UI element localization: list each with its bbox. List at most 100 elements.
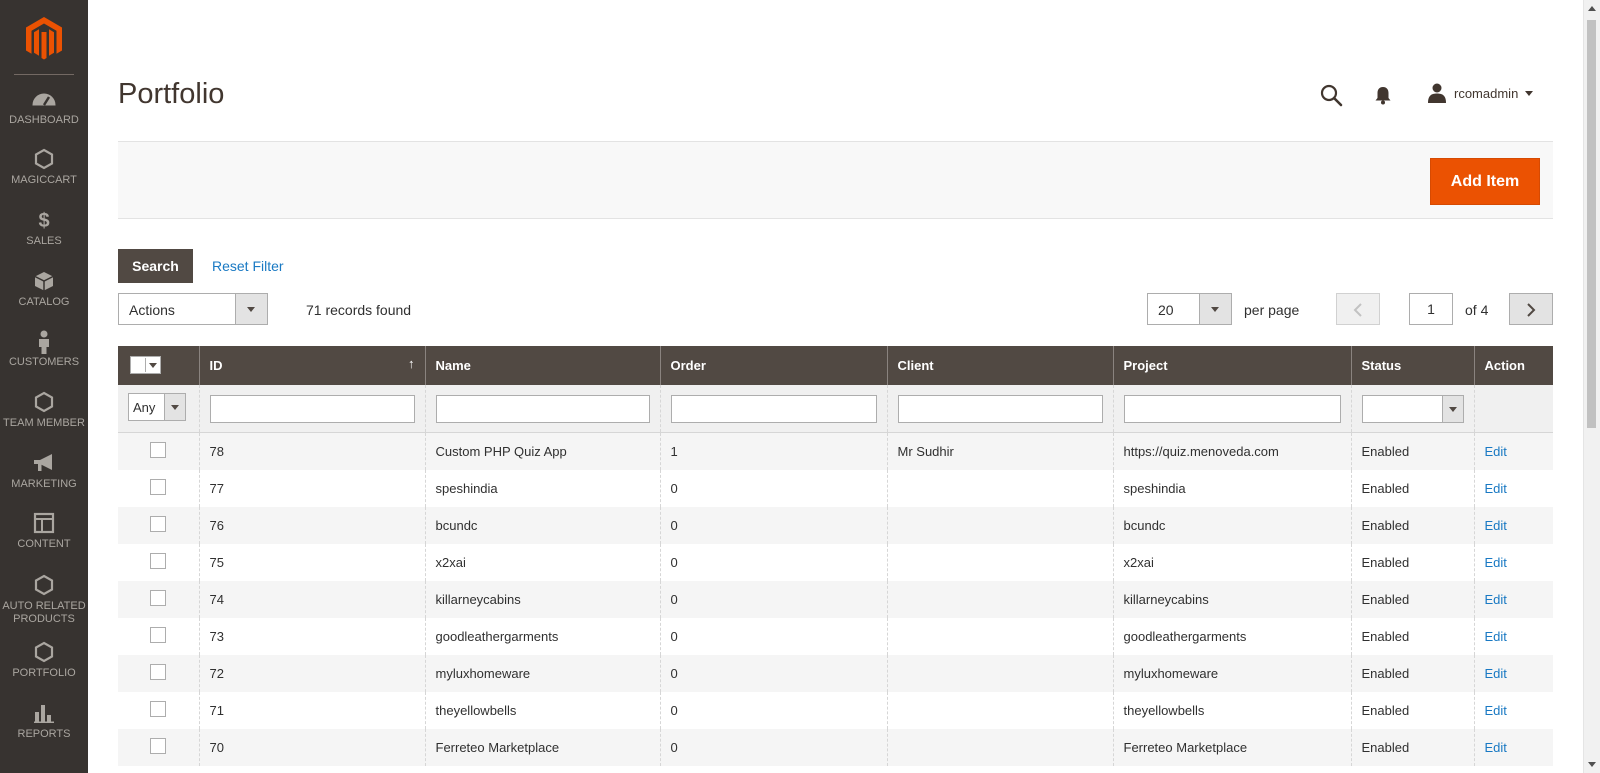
edit-link[interactable]: Edit xyxy=(1485,481,1507,496)
cell-status: Enabled xyxy=(1361,629,1410,644)
filter-any-select[interactable]: Any xyxy=(128,393,186,421)
cell-project: goodleathergarments xyxy=(1123,629,1247,644)
filter-id-input[interactable] xyxy=(209,394,415,423)
row-checkbox[interactable] xyxy=(150,627,166,643)
sidebar-item-auto-related-products[interactable]: AUTO RELATED PRODUCTS xyxy=(0,574,88,626)
user-menu[interactable]: rcomadmin xyxy=(1428,82,1534,104)
column-header-client[interactable]: Client xyxy=(886,346,1113,385)
portfolio-grid: ID ↑ Name Order Client Project Status Act… xyxy=(118,346,1553,766)
per-page-select[interactable]: 20 xyxy=(1147,293,1232,325)
table-row[interactable]: 70 Ferreteo Marketplace 0 Ferreteo Marketpl… xyxy=(118,729,1553,766)
table-row[interactable]: 75 x2xai 0 x2xai Enabled Edit xyxy=(118,544,1553,581)
row-checkbox[interactable] xyxy=(150,516,166,532)
sidebar-item-dashboard[interactable]: DASHBOARD xyxy=(0,88,88,127)
table-row[interactable]: 74 killarneycabins 0 killarneycabins Enabled… xyxy=(118,581,1553,618)
reset-filter-link[interactable]: Reset Filter xyxy=(212,258,284,274)
row-checkbox[interactable] xyxy=(150,479,166,495)
sidebar-item-team-member[interactable]: TEAM MEMBER xyxy=(0,391,88,430)
edit-link[interactable]: Edit xyxy=(1485,703,1507,718)
scroll-down-icon[interactable] xyxy=(1588,762,1596,767)
table-row[interactable]: 78 Custom PHP Quiz App 1 Mr Sudhir https://q… xyxy=(118,432,1553,470)
edit-link[interactable]: Edit xyxy=(1485,740,1507,755)
column-header-project[interactable]: Project xyxy=(1112,346,1351,385)
mass-select-dropdown[interactable] xyxy=(130,356,161,374)
sidebar-item-sales[interactable]: $ SALES xyxy=(0,209,88,248)
cell-project: bcundc xyxy=(1123,518,1166,533)
page-actions-bar xyxy=(118,141,1553,219)
row-checkbox[interactable] xyxy=(150,664,166,680)
edit-link[interactable]: Edit xyxy=(1485,555,1507,570)
actions-select[interactable]: Actions xyxy=(118,293,268,325)
row-checkbox[interactable] xyxy=(150,738,166,754)
cell-project: Ferreteo Marketplace xyxy=(1123,740,1248,755)
column-header-order[interactable]: Order xyxy=(659,346,887,385)
column-header-name[interactable]: Name xyxy=(424,346,660,385)
page-title: Portfolio xyxy=(118,78,225,110)
filter-project-input[interactable] xyxy=(1123,394,1341,423)
table-row[interactable]: 73 goodleathergarments 0 goodleathergarment… xyxy=(118,618,1553,655)
notifications-bell-icon[interactable] xyxy=(1372,84,1394,106)
page-total: of 4 xyxy=(1465,302,1489,318)
scroll-up-icon[interactable] xyxy=(1588,6,1596,11)
cell-name: Ferreteo Marketplace xyxy=(435,740,560,755)
sidebar-item-customers[interactable]: CUSTOMERS xyxy=(0,330,88,369)
row-checkbox[interactable] xyxy=(150,442,166,458)
edit-link[interactable]: Edit xyxy=(1485,629,1507,644)
admin-sidebar: DASHBOARD MAGICCART $ SALES CATALOG CUSTOMERS… xyxy=(0,0,88,773)
row-checkbox[interactable] xyxy=(150,553,166,569)
filter-order-input[interactable] xyxy=(670,394,877,423)
row-checkbox[interactable] xyxy=(150,590,166,606)
next-page-button[interactable] xyxy=(1509,293,1553,325)
edit-link[interactable]: Edit xyxy=(1485,592,1507,607)
table-row[interactable]: 77 speshindia 0 speshindia Enabled Edit xyxy=(118,470,1553,507)
sidebar-item-label: CONTENT xyxy=(17,538,71,550)
magento-logo-icon[interactable] xyxy=(24,16,64,62)
sidebar-item-content[interactable]: CONTENT xyxy=(0,512,88,551)
filter-name-input[interactable] xyxy=(435,394,650,423)
page-number-input[interactable]: 1 xyxy=(1409,293,1453,325)
sidebar-item-label: DASHBOARD xyxy=(9,114,79,126)
cell-name: theyellowbells xyxy=(435,703,517,718)
sidebar-item-label: PORTFOLIO xyxy=(12,667,76,679)
search-button[interactable]: Search xyxy=(118,249,193,283)
cell-order: 0 xyxy=(670,740,678,755)
scrollbar-thumb[interactable] xyxy=(1587,20,1596,428)
hexagon-icon xyxy=(0,641,88,665)
table-row[interactable]: 72 myluxhomeware 0 myluxhomeware Enabled Edit xyxy=(118,655,1553,692)
cell-status: Enabled xyxy=(1361,481,1410,496)
page-scrollbar[interactable] xyxy=(1583,0,1600,773)
select-all-checkbox[interactable] xyxy=(131,358,145,372)
cell-status: Enabled xyxy=(1361,740,1410,755)
column-header-label: Action xyxy=(1484,358,1525,373)
column-header-id[interactable]: ID ↑ xyxy=(198,346,425,385)
row-checkbox[interactable] xyxy=(150,701,166,717)
table-row[interactable]: 71 theyellowbells 0 theyellowbells Enabled Ed… xyxy=(118,692,1553,729)
search-icon[interactable] xyxy=(1319,83,1343,107)
sidebar-item-marketing[interactable]: MARKETING xyxy=(0,452,88,491)
column-header-action: Action xyxy=(1473,346,1553,385)
megaphone-icon xyxy=(0,452,88,476)
edit-link[interactable]: Edit xyxy=(1485,666,1507,681)
sidebar-item-label: AUTO RELATED PRODUCTS xyxy=(2,600,86,625)
cell-status: Enabled xyxy=(1361,666,1410,681)
edit-link[interactable]: Edit xyxy=(1485,444,1507,459)
sidebar-item-reports[interactable]: REPORTS xyxy=(0,702,88,741)
sidebar-item-catalog[interactable]: CATALOG xyxy=(0,270,88,309)
add-item-button[interactable]: Add Item xyxy=(1430,158,1540,205)
column-header-status[interactable]: Status xyxy=(1350,346,1474,385)
previous-page-button[interactable] xyxy=(1336,293,1380,325)
filter-status-select[interactable] xyxy=(1361,394,1464,423)
table-row[interactable]: 76 bcundc 0 bcundc Enabled Edit xyxy=(118,507,1553,544)
logo-divider xyxy=(14,74,74,75)
mass-select-header[interactable] xyxy=(118,346,199,385)
sidebar-item-magiccart[interactable]: MAGICCART xyxy=(0,148,88,187)
column-header-label: Name xyxy=(435,358,471,373)
cell-id: 70 xyxy=(209,740,224,755)
cell-project: x2xai xyxy=(1123,555,1154,570)
sidebar-item-portfolio[interactable]: PORTFOLIO xyxy=(0,641,88,680)
edit-link[interactable]: Edit xyxy=(1485,518,1507,533)
filter-client-input[interactable] xyxy=(897,394,1103,423)
cell-order: 0 xyxy=(670,518,678,533)
chevron-down-icon xyxy=(1199,294,1231,324)
cell-order: 0 xyxy=(670,592,678,607)
